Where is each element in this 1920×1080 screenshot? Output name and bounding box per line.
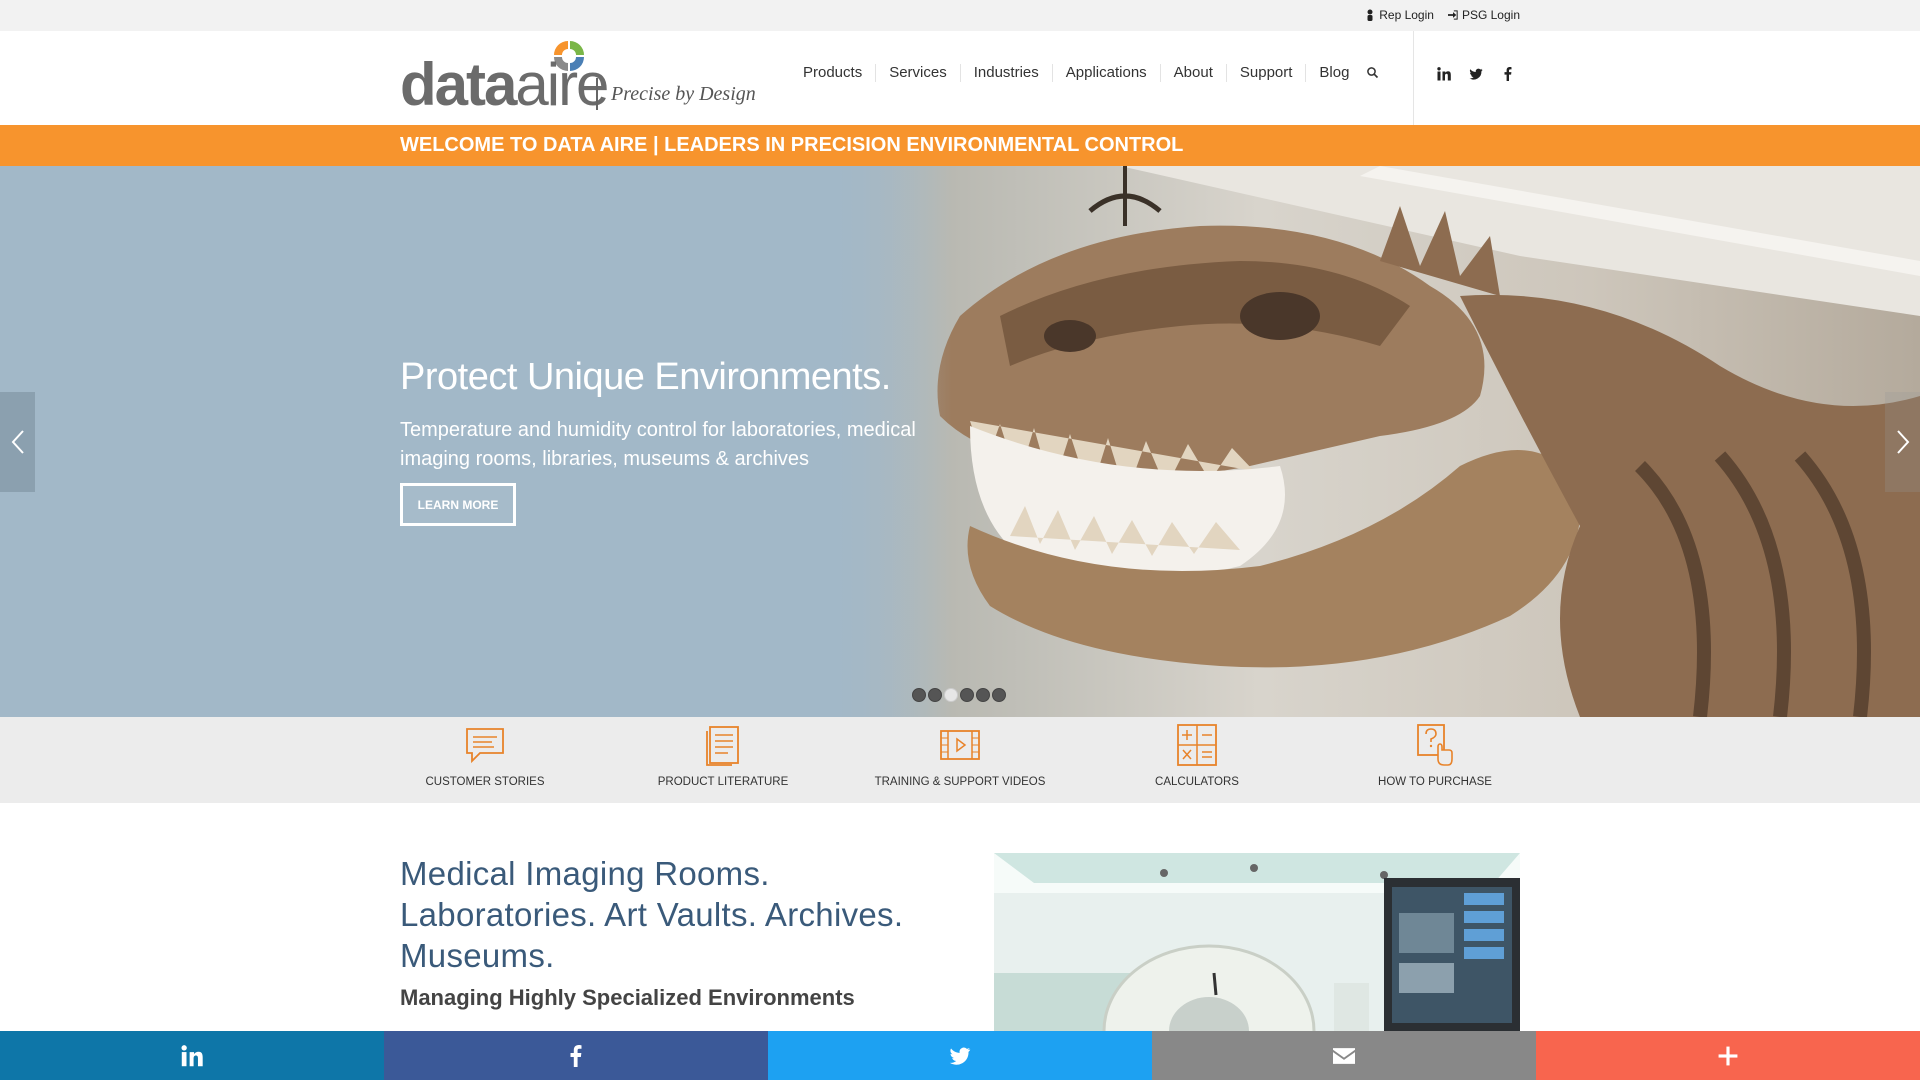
- chat-bubble-icon: [466, 728, 504, 764]
- hero-title: Protect Unique Environments.: [400, 356, 891, 398]
- intro-section: Medical Imaging Rooms. Laboratories. Art…: [0, 803, 1920, 1031]
- nav-item-blog[interactable]: Blog: [1306, 64, 1362, 82]
- linkedin-icon: [181, 1044, 203, 1066]
- question-hand-icon: [1417, 724, 1453, 766]
- medical-imaging-room-image: [994, 853, 1520, 1031]
- utility-bar: Rep Login PSG Login: [0, 0, 1920, 31]
- linkedin-icon[interactable]: [1437, 67, 1451, 81]
- logo-wordmark: dataaire: [400, 55, 609, 115]
- slider-dot-1[interactable]: [912, 688, 926, 702]
- share-facebook-button[interactable]: [384, 1031, 768, 1080]
- slider-dot-5[interactable]: [976, 688, 990, 702]
- slider-dot-3[interactable]: [944, 688, 958, 702]
- rep-login-label: Rep Login: [1379, 8, 1434, 22]
- site-header: dataaire Precise by Design Products Serv…: [0, 31, 1920, 125]
- quick-link-customer-stories[interactable]: CUSTOMER STORIES: [365, 723, 605, 788]
- chevron-left-icon: [11, 430, 24, 454]
- learn-more-button[interactable]: LEARN MORE: [400, 483, 516, 526]
- logo-word-aire: aire: [515, 51, 609, 118]
- nav-item-support[interactable]: Support: [1227, 64, 1307, 82]
- logo-tagline: Precise by Design: [611, 83, 756, 105]
- logo-word-data: data: [400, 51, 517, 118]
- logo-divider: [596, 78, 598, 110]
- quick-link-label: CALCULATORS: [1155, 776, 1239, 788]
- envelope-icon: [1333, 1047, 1355, 1064]
- share-twitter-button[interactable]: [768, 1031, 1152, 1080]
- facebook-icon: [570, 1044, 582, 1067]
- slider-dot-2[interactable]: [928, 688, 942, 702]
- quick-links-bar: CUSTOMER STORIES PRODUCT LITERATURE TRAI…: [0, 717, 1920, 803]
- twitter-icon: [949, 1047, 971, 1065]
- chevron-right-icon: [1896, 430, 1909, 454]
- quick-link-label: CUSTOMER STORIES: [425, 776, 545, 788]
- twitter-icon[interactable]: [1469, 67, 1483, 81]
- sign-in-icon: [1447, 10, 1458, 20]
- nav-item-products[interactable]: Products: [790, 64, 877, 82]
- section-heading: Medical Imaging Rooms. Laboratories. Art…: [400, 855, 904, 974]
- calculator-icon: [1177, 724, 1217, 766]
- share-email-button[interactable]: [1152, 1031, 1536, 1080]
- hero-slider: Protect Unique Environments. Temperature…: [0, 166, 1920, 717]
- slider-dot-4[interactable]: [960, 688, 974, 702]
- quick-link-product-literature[interactable]: PRODUCT LITERATURE: [603, 723, 843, 788]
- psg-login-label: PSG Login: [1461, 8, 1520, 22]
- video-icon: [940, 730, 980, 760]
- share-more-button[interactable]: [1536, 1031, 1920, 1080]
- section-subheading: Managing Highly Specialized Environments: [400, 985, 855, 1010]
- data-aire-logo[interactable]: dataaire Precise by Design: [400, 37, 756, 117]
- quick-link-label: TRAINING & SUPPORT VIDEOS: [874, 776, 1046, 788]
- user-icon: [1367, 9, 1373, 21]
- nav-item-about[interactable]: About: [1161, 64, 1227, 82]
- slider-pagination: [912, 688, 1006, 702]
- document-icon: [706, 726, 739, 766]
- slider-prev-button[interactable]: [0, 392, 35, 492]
- dinosaur-skeleton-image: [820, 166, 1920, 717]
- quick-link-label: PRODUCT LITERATURE: [657, 776, 789, 788]
- social-links: [1437, 67, 1515, 81]
- search-icon[interactable]: [1366, 66, 1380, 80]
- rep-login-link[interactable]: Rep Login: [1365, 8, 1434, 22]
- header-separator: [1413, 31, 1414, 125]
- share-linkedin-button[interactable]: [0, 1031, 384, 1080]
- psg-login-link[interactable]: PSG Login: [1447, 8, 1520, 22]
- quick-link-how-to-purchase[interactable]: HOW TO PURCHASE: [1315, 723, 1555, 788]
- quick-link-label: HOW TO PURCHASE: [1378, 776, 1492, 788]
- quick-link-calculators[interactable]: CALCULATORS: [1077, 723, 1317, 788]
- ct-scanner-illustration: [994, 853, 1520, 1031]
- slider-dot-6[interactable]: [992, 688, 1006, 702]
- main-navigation: Products Services Industries Application…: [790, 64, 1380, 82]
- nav-item-services[interactable]: Services: [876, 64, 961, 82]
- welcome-banner: WELCOME TO DATA AIRE | LEADERS IN PRECIS…: [0, 125, 1920, 166]
- share-bar: [0, 1031, 1920, 1080]
- nav-item-industries[interactable]: Industries: [961, 64, 1053, 82]
- nav-item-applications[interactable]: Applications: [1053, 64, 1161, 82]
- hero-subtitle: Temperature and humidity control for lab…: [400, 419, 916, 470]
- slider-next-button[interactable]: [1885, 392, 1920, 492]
- facebook-icon[interactable]: [1501, 67, 1515, 81]
- plus-icon: [1718, 1046, 1738, 1065]
- login-links: Rep Login PSG Login: [1365, 8, 1520, 22]
- welcome-banner-text: WELCOME TO DATA AIRE | LEADERS IN PRECIS…: [400, 134, 1184, 156]
- quick-link-training-videos[interactable]: TRAINING & SUPPORT VIDEOS: [840, 723, 1080, 788]
